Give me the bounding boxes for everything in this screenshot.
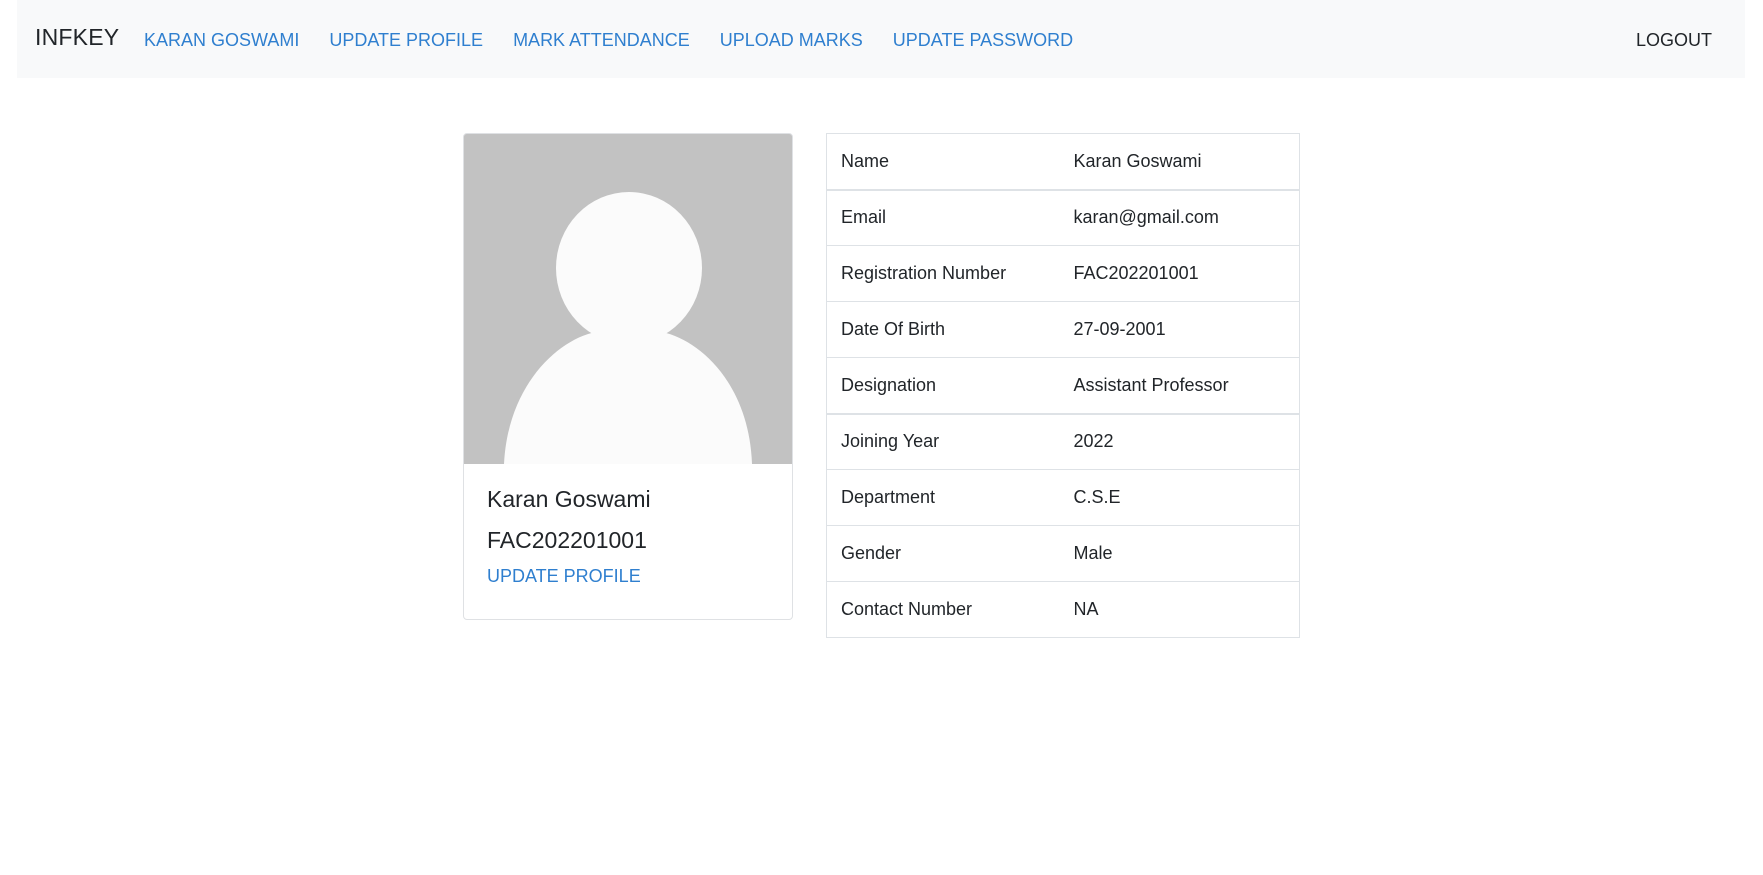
profile-registration-number: FAC202201001 bbox=[487, 527, 647, 553]
table-row: Designation Assistant Professor bbox=[826, 357, 1300, 414]
detail-label: Designation bbox=[826, 357, 1060, 414]
detail-value: 27-09-2001 bbox=[1059, 301, 1300, 358]
detail-label: Name bbox=[841, 150, 890, 171]
detail-label: Department bbox=[826, 469, 1060, 526]
nav-links: KARAN GOSWAMI UPDATE PROFILE MARK ATTEND… bbox=[144, 30, 1103, 51]
profile-card-body: Karan Goswami FAC202201001 UPDATE PROFIL… bbox=[487, 484, 651, 587]
nav-link-profile-name[interactable]: KARAN GOSWAMI bbox=[144, 30, 299, 51]
brand-logo[interactable]: INFKEY bbox=[35, 24, 119, 51]
table-row: Name Karan Goswami bbox=[827, 134, 1300, 190]
table-row: Contact Number NA bbox=[826, 581, 1300, 638]
detail-value: Karan Goswami bbox=[1073, 150, 1202, 171]
profile-card: Karan Goswami FAC202201001 UPDATE PROFIL… bbox=[463, 133, 793, 620]
navbar: INFKEY KARAN GOSWAMI UPDATE PROFILE MARK… bbox=[17, 0, 1745, 78]
detail-value: FAC202201001 bbox=[1059, 245, 1300, 302]
logout-link[interactable]: LOGOUT bbox=[1636, 30, 1712, 51]
detail-value: C.S.E bbox=[1059, 469, 1300, 526]
detail-value: 2022 bbox=[1059, 412, 1300, 470]
detail-value: NA bbox=[1059, 581, 1300, 638]
detail-value: Male bbox=[1059, 525, 1300, 582]
detail-label: Date Of Birth bbox=[826, 301, 1060, 358]
table-row: Registration Number FAC202201001 bbox=[826, 245, 1300, 302]
detail-label: Email bbox=[826, 188, 1060, 246]
detail-value: Assistant Professor bbox=[1059, 357, 1300, 414]
update-profile-link[interactable]: UPDATE PROFILE bbox=[487, 566, 651, 587]
detail-label: Registration Number bbox=[826, 245, 1060, 302]
profile-name: Karan Goswami bbox=[487, 486, 651, 512]
detail-label: Joining Year bbox=[826, 412, 1060, 470]
detail-label: Gender bbox=[826, 525, 1060, 582]
table-row: Date Of Birth 27-09-2001 bbox=[826, 301, 1300, 358]
nav-link-update-password[interactable]: UPDATE PASSWORD bbox=[893, 30, 1073, 51]
nav-link-mark-attendance[interactable]: MARK ATTENDANCE bbox=[513, 30, 690, 51]
table-row: Joining Year 2022 bbox=[826, 412, 1300, 470]
table-row: Gender Male bbox=[826, 525, 1300, 582]
table-row: Email karan@gmail.com bbox=[826, 188, 1300, 246]
profile-details-table: Name Karan Goswami Email karan@gmail.com… bbox=[826, 133, 1300, 638]
nav-link-update-profile[interactable]: UPDATE PROFILE bbox=[329, 30, 483, 51]
detail-value: karan@gmail.com bbox=[1059, 188, 1300, 246]
user-silhouette-icon bbox=[464, 134, 792, 464]
nav-link-upload-marks[interactable]: UPLOAD MARKS bbox=[720, 30, 863, 51]
avatar bbox=[464, 134, 792, 464]
table-row: Department C.S.E bbox=[826, 469, 1300, 526]
detail-label: Contact Number bbox=[826, 581, 1060, 638]
